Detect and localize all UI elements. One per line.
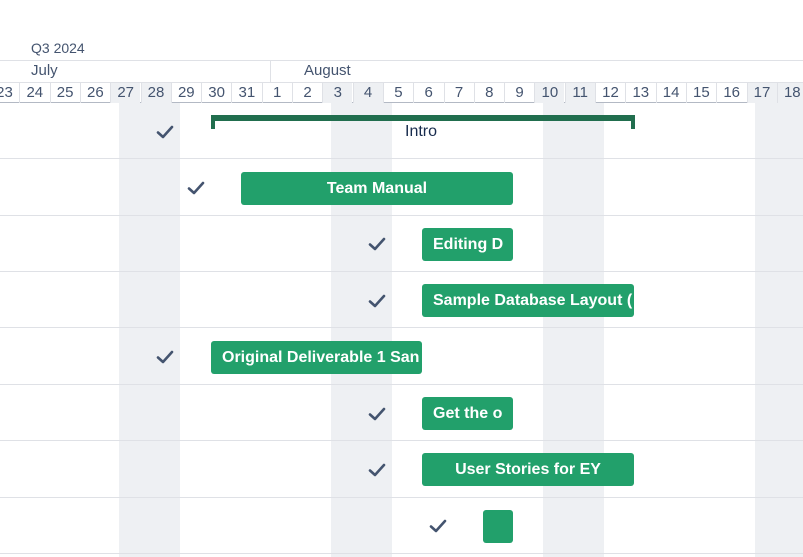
task-bar-sample-database-layout[interactable]: Sample Database Layout (	[422, 284, 634, 317]
day-label: 12	[595, 83, 625, 103]
day-label: 14	[655, 83, 686, 103]
quarter-label: Q3 2024	[31, 40, 85, 56]
day-label: 31	[231, 83, 261, 103]
task-bar-editing[interactable]: Editing D	[422, 228, 513, 261]
day-label: 24	[19, 83, 49, 103]
day-label: 10	[534, 83, 565, 103]
weekend-column	[543, 103, 604, 557]
weekend-column	[119, 103, 180, 557]
task-bar-original-deliverable[interactable]: Original Deliverable 1 San	[211, 341, 422, 374]
row-divider	[0, 497, 803, 498]
checkmark-icon	[367, 291, 387, 311]
day-label: 18	[776, 83, 803, 103]
task-bar-get-the[interactable]: Get the o	[422, 397, 513, 430]
day-label: 26	[79, 83, 110, 103]
row-divider	[0, 440, 803, 441]
epic-bar-line	[211, 115, 635, 121]
epic-bar-end-cap	[631, 115, 635, 129]
checkmark-icon	[367, 460, 387, 480]
month-divider	[270, 61, 271, 83]
checkmark-icon	[367, 404, 387, 424]
task-bar-team-manual[interactable]: Team Manual	[241, 172, 513, 205]
month-header: July August	[0, 60, 803, 83]
task-bar-user-stories[interactable]: User Stories for EY	[422, 453, 634, 486]
row-divider	[0, 553, 803, 554]
month-label-august: August	[304, 62, 351, 79]
day-label: 25	[49, 83, 80, 103]
row-divider	[0, 215, 803, 216]
day-label: 6	[413, 83, 443, 103]
checkmark-icon	[155, 347, 175, 367]
day-label: 11	[564, 83, 595, 103]
row-divider	[0, 384, 803, 385]
row-divider	[0, 271, 803, 272]
day-label: 9	[504, 83, 534, 103]
day-header: 23 24 25 26 27 28 29 30 31 1 2 3 4 5 6 7 8 9 10 11 12 13 14 15 1…	[0, 82, 803, 103]
day-label: 1	[261, 83, 292, 103]
checkmark-icon	[428, 516, 448, 536]
day-label: 13	[625, 83, 655, 103]
day-label: 30	[201, 83, 231, 103]
day-label: 5	[382, 83, 413, 103]
day-label: 4	[352, 83, 383, 103]
day-label: 8	[473, 83, 504, 103]
row-divider	[0, 158, 803, 159]
epic-bar-start-cap	[211, 115, 215, 129]
checkmark-icon	[155, 122, 175, 142]
day-label: 29	[170, 83, 201, 103]
day-label: 7	[443, 83, 474, 103]
day-label: 17	[746, 83, 777, 103]
epic-label: Intro	[405, 123, 438, 140]
day-label: 3	[322, 83, 353, 103]
month-label-july: July	[31, 62, 58, 79]
checkmark-icon	[367, 234, 387, 254]
weekend-column	[755, 103, 803, 557]
task-bar-short[interactable]	[483, 510, 513, 543]
checkmark-icon	[186, 178, 206, 198]
row-divider	[0, 327, 803, 328]
day-label: 2	[292, 83, 322, 103]
day-label: 23	[0, 83, 19, 103]
day-label: 15	[685, 83, 716, 103]
day-label: 28	[140, 83, 171, 103]
day-label: 27	[110, 83, 141, 103]
day-label: 16	[716, 83, 746, 103]
